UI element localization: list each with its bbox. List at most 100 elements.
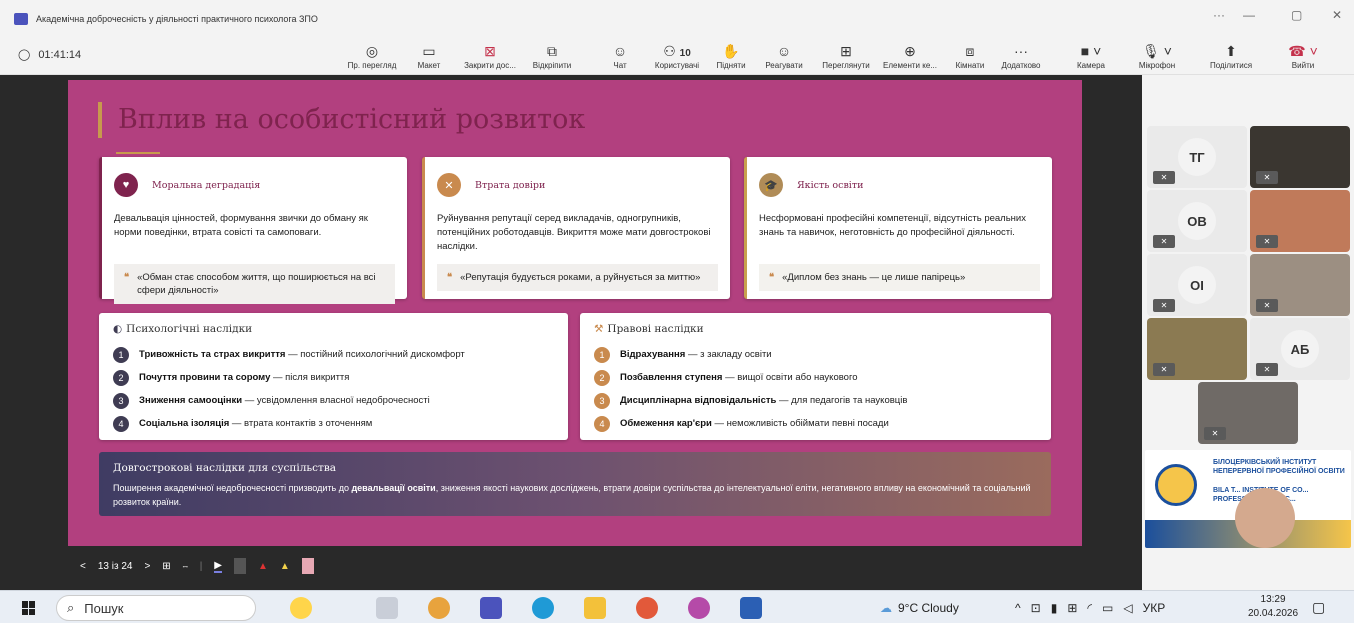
restore-button[interactable]: ▢ — [1291, 8, 1302, 22]
language-indicator[interactable]: УКР — [1143, 601, 1166, 615]
card-quote: ❝ «Репутація будується роками, а руйнуєть… — [437, 264, 718, 291]
mic-button[interactable]: 🎙 ˅ Мікрофон — [1132, 38, 1182, 75]
more-options-button[interactable]: ··· — [1213, 8, 1225, 22]
avatar: ОІ — [1178, 266, 1216, 304]
psych-consequences-card: ◐ Психологічні наслідки 1 Тривожність та с… — [99, 313, 568, 440]
meeting-toolbar: ◯ 01:41:14 ◎ Пр. перегляд ▭ Макет ⊠ Закрити… — [0, 38, 1354, 75]
card-quote: ❝ «Обман стає способом життя, що поширюєт… — [114, 264, 395, 304]
explorer-icon[interactable] — [584, 597, 606, 619]
user-slash-icon: ✕ — [437, 173, 461, 197]
unpin-button[interactable]: ⧉ Відкріпити — [527, 38, 577, 75]
highlighter-icon[interactable]: ▲ — [280, 561, 290, 572]
eraser-icon[interactable] — [301, 558, 314, 574]
copilot-icon[interactable] — [290, 597, 312, 619]
wifi-icon[interactable]: ◜ — [1087, 601, 1092, 615]
mic-off-icon: ✕ — [1153, 171, 1175, 184]
weather-widget[interactable]: ☁ 9°C Cloudy — [880, 591, 959, 623]
card-quote: ❝ «Диплом без знань — це лише папірець» — [759, 264, 1040, 291]
battery-icon[interactable]: ▭ — [1102, 601, 1113, 615]
edge-icon[interactable] — [532, 597, 554, 619]
smile-icon: ☺ — [776, 43, 792, 59]
slide-counter: 13 із 24 — [97, 560, 133, 572]
card-title: Якість освіти — [797, 179, 864, 191]
card-title: Втрата довіри — [475, 179, 546, 191]
clock[interactable]: 13:29 20.04.2026 — [1248, 593, 1298, 621]
camera-icon: ■ ˅ — [1080, 43, 1102, 59]
window-title: Академічна доброчесність у діяльності пр… — [36, 14, 318, 24]
participant-tile[interactable]: ТГ ✕ — [1147, 126, 1247, 188]
participant-video[interactable]: ✕ — [1250, 190, 1350, 252]
avatar: ОВ — [1178, 202, 1216, 240]
taskbar-search[interactable]: ⌕ Пошук — [56, 595, 256, 621]
heart-icon: ♥ — [114, 173, 138, 197]
view-button[interactable]: ⊞ Переглянути — [815, 38, 877, 75]
institute-logo — [1155, 464, 1197, 506]
rooms-button[interactable]: ⧈ Кімнати — [950, 38, 990, 75]
app-icon[interactable] — [688, 597, 710, 619]
shield-icon: ◯ — [18, 49, 31, 61]
rooms-icon: ⧈ — [965, 43, 975, 59]
windows-start-icon[interactable] — [22, 601, 36, 615]
react-button[interactable]: ☺ Реагувати — [757, 38, 811, 75]
apps-button[interactable]: ⊕ Елементи ке... — [878, 38, 942, 75]
presenter-video[interactable]: БІЛОЦЕРКІВСЬКИЙ ІНСТИТУТ НЕПЕРЕРВНОЇ ПРО… — [1145, 450, 1351, 548]
participant-tile[interactable]: ОІ ✕ — [1147, 254, 1247, 316]
slide-title: Вплив на особистісний розвиток — [98, 102, 585, 138]
participant-video[interactable]: ✕ — [1198, 382, 1298, 444]
society-text: Поширення академічної недоброчесності пр… — [113, 483, 1031, 507]
close-button[interactable]: ✕ — [1332, 8, 1342, 22]
participant-video[interactable]: ✕ — [1250, 126, 1350, 188]
teams-taskbar-icon[interactable] — [480, 597, 502, 619]
teams-icon — [14, 13, 28, 25]
participant-video[interactable]: ✕ — [1147, 318, 1247, 380]
chevron-up-icon[interactable]: ^ — [1015, 601, 1021, 615]
people-button[interactable]: ⚇ 10 Користувачі — [648, 38, 706, 75]
chat-button[interactable]: ☺ Чат — [605, 38, 635, 75]
screen-tray-icon[interactable]: ⊞ — [1067, 601, 1077, 615]
minimize-button[interactable]: — — [1243, 8, 1255, 22]
volume-icon[interactable]: ◁ — [1123, 601, 1132, 615]
camera-button[interactable]: ■ ˅ Камера — [1070, 38, 1112, 75]
stop-sharing-button[interactable]: ⊠ Закрити дос... — [455, 38, 525, 75]
mic-off-icon: ✕ — [1256, 171, 1278, 184]
participant-video[interactable]: ✕ — [1250, 254, 1350, 316]
participant-tile[interactable]: ОВ ✕ — [1147, 190, 1247, 252]
list-item: 2 Позбавлення ступеня — вищої освіти або … — [594, 366, 1037, 389]
settings-sliders-icon[interactable]: ⧿ — [183, 561, 188, 572]
pointer-icon[interactable]: ▶ — [214, 560, 222, 573]
search-icon: ⌕ — [67, 600, 75, 615]
mic-tray-icon[interactable]: ▮ — [1051, 601, 1058, 615]
prev-slide-button[interactable]: < — [80, 561, 86, 572]
avatar: ТГ — [1178, 138, 1216, 176]
meeting-timer: ◯ 01:41:14 — [18, 48, 82, 62]
chrome-profile-icon[interactable] — [636, 597, 658, 619]
leave-button[interactable]: ☎ ˅ Вийти — [1283, 38, 1323, 75]
title-underline — [116, 152, 160, 154]
share-button[interactable]: ⬆ Поділитися — [1205, 38, 1257, 75]
word-icon[interactable] — [740, 597, 762, 619]
chrome-icon[interactable] — [428, 597, 450, 619]
raise-hand-button[interactable]: ✋ Підняти — [713, 38, 749, 75]
participant-tile[interactable]: АБ ✕ — [1250, 318, 1350, 380]
grid-view-icon[interactable]: ⊞ — [162, 561, 170, 572]
card-text: Девальвація цінностей, формування звички… — [114, 213, 368, 238]
red-marker-icon[interactable]: ▲ — [258, 561, 268, 572]
pen-icon[interactable] — [234, 558, 246, 574]
notifications-icon[interactable]: ▢ — [1312, 591, 1325, 623]
view-icon: ⊞ — [840, 43, 852, 59]
more-button[interactable]: ··· Додатково — [995, 38, 1047, 75]
cloud-icon: ☁ — [880, 600, 892, 615]
mic-off-icon: ✕ — [1153, 299, 1175, 312]
system-tray: ^ ⊡ ▮ ⊞ ◜ ▭ ◁ УКР — [1015, 591, 1165, 623]
preview-button[interactable]: ◎ Пр. перегляд — [342, 38, 402, 75]
tray-app-icon[interactable]: ⊡ — [1031, 601, 1041, 615]
next-slide-button[interactable]: > — [144, 561, 150, 572]
task-view-icon[interactable] — [376, 597, 398, 619]
list-item: 3 Дисциплінарна відповідальність — для пе… — [594, 389, 1037, 412]
more-icon: ··· — [1014, 43, 1028, 59]
slide-controls: < 13 із 24 > ⊞ ⧿ | ▶ ▲ ▲ — [68, 551, 1082, 581]
presenter-face — [1235, 488, 1295, 548]
layout-button[interactable]: ▭ Макет — [412, 38, 446, 75]
mic-icon: 🎙 ˅ — [1142, 43, 1172, 59]
presentation-slide: Вплив на особистісний розвиток ♥ Моральн… — [68, 80, 1082, 546]
